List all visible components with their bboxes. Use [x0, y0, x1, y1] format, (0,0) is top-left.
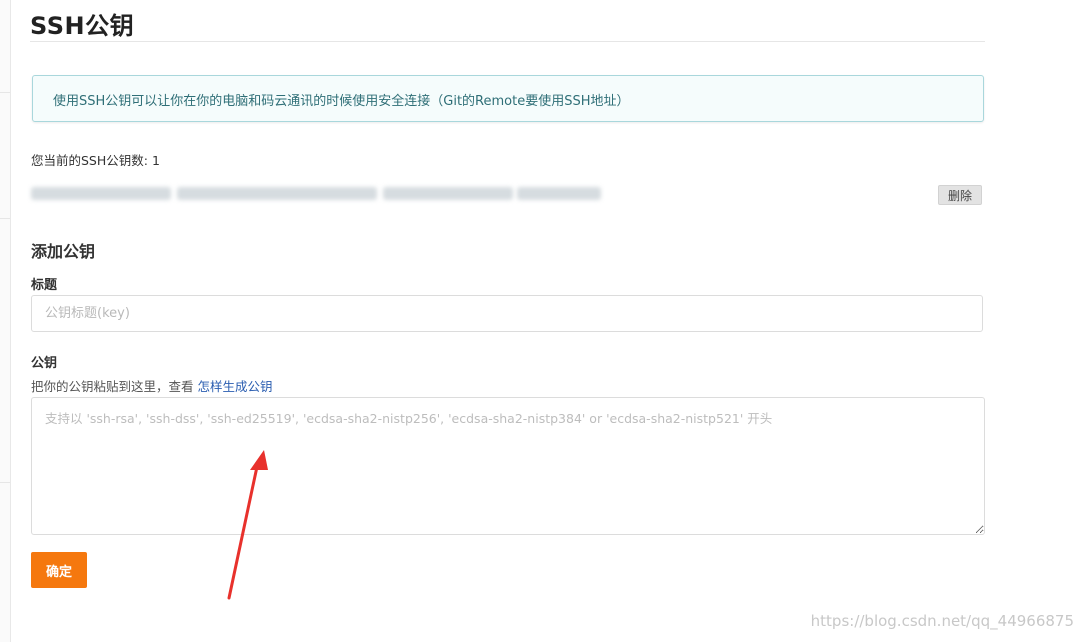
key-fingerprint-blurred: [31, 184, 601, 204]
key-field-label: 公钥: [31, 356, 58, 371]
info-notice: 使用SSH公钥可以让你在你的电脑和码云通讯的时候使用安全连接（Git的Remot…: [32, 75, 984, 122]
confirm-button[interactable]: 确定: [31, 552, 87, 588]
key-help-prefix: 把你的公钥粘贴到这里，查看: [31, 379, 198, 394]
page-title: SSH公钥: [30, 12, 135, 40]
title-divider: [30, 41, 985, 42]
public-key-textarea[interactable]: [31, 397, 985, 535]
watermark-text: https://blog.csdn.net/qq_44966875: [810, 612, 1074, 630]
ssh-key-page: SSH公钥 使用SSH公钥可以让你在你的电脑和码云通讯的时候使用安全连接（Git…: [0, 0, 1084, 642]
add-key-heading: 添加公钥: [31, 242, 96, 261]
key-count-text: 您当前的SSH公钥数: 1: [31, 153, 160, 168]
key-title-input[interactable]: [31, 295, 983, 332]
left-sidebar-edge: [0, 0, 11, 642]
info-notice-text: 使用SSH公钥可以让你在你的电脑和码云通讯的时候使用安全连接（Git的Remot…: [53, 94, 630, 109]
sidebar-divider: [0, 92, 10, 93]
delete-key-button[interactable]: 删除: [938, 185, 982, 205]
sidebar-divider: [0, 218, 10, 219]
how-to-generate-key-link[interactable]: 怎样生成公钥: [197, 379, 272, 394]
key-help-text: 把你的公钥粘贴到这里，查看 怎样生成公钥: [31, 376, 273, 395]
sidebar-divider: [0, 482, 10, 483]
title-field-label: 标题: [31, 278, 58, 293]
